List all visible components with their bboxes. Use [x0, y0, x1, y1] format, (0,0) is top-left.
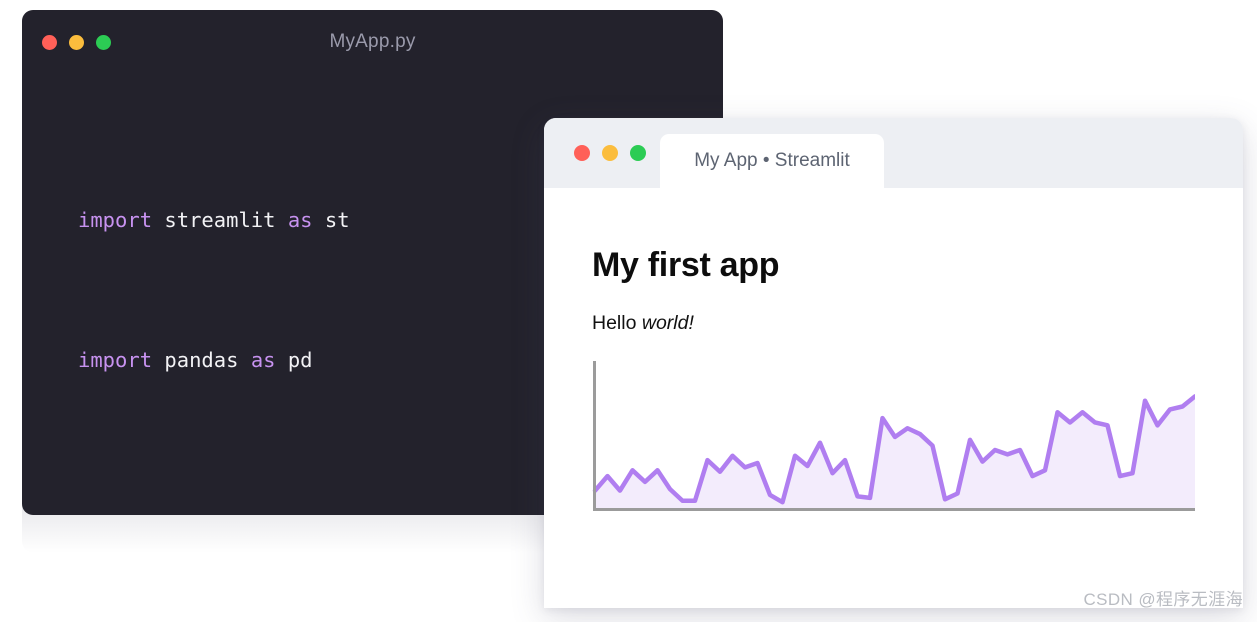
minimize-button-icon[interactable] — [69, 34, 84, 50]
browser-chrome: My App • Streamlit — [544, 118, 1243, 188]
code-token-alias-pd: pd — [287, 348, 313, 372]
code-window-titlebar: MyApp.py — [22, 10, 723, 74]
streamlit-app-content: My first app Hello world! — [544, 188, 1243, 608]
browser-maximize-button-icon[interactable] — [630, 145, 646, 161]
browser-minimize-button-icon[interactable] — [602, 145, 618, 161]
code-token-module-streamlit: streamlit — [164, 208, 288, 232]
screenshot-stage: MyApp.py import streamlit as st import p… — [0, 0, 1257, 622]
code-token-as-2: as — [250, 348, 288, 372]
browser-window: My App • Streamlit My first app Hello wo… — [544, 118, 1243, 608]
csdn-watermark: CSDN @程序无涯海 — [1083, 590, 1243, 609]
maximize-button-icon[interactable] — [96, 34, 111, 50]
app-paragraph-italic: world! — [641, 312, 694, 334]
line-chart-svg — [592, 361, 1195, 511]
code-traffic-lights — [42, 34, 111, 50]
browser-traffic-lights — [560, 118, 660, 188]
browser-close-button-icon[interactable] — [574, 145, 590, 161]
chart-area-fill — [595, 396, 1195, 508]
app-paragraph-prefix: Hello — [592, 312, 642, 334]
browser-tab-label: My App • Streamlit — [694, 150, 850, 171]
app-page-title: My first app — [592, 246, 780, 284]
close-button-icon[interactable] — [42, 34, 57, 50]
code-token-module-pandas: pandas — [164, 348, 251, 372]
code-token-import-2: import — [78, 348, 165, 372]
app-paragraph: Hello world! — [592, 312, 1243, 335]
code-token-alias-st: st — [324, 208, 350, 232]
line-chart[interactable] — [592, 357, 1195, 515]
code-token-as: as — [287, 208, 325, 232]
code-token-import: import — [78, 208, 165, 232]
code-window-title: MyApp.py — [329, 31, 416, 52]
browser-tab-my-app[interactable]: My App • Streamlit — [660, 134, 884, 188]
